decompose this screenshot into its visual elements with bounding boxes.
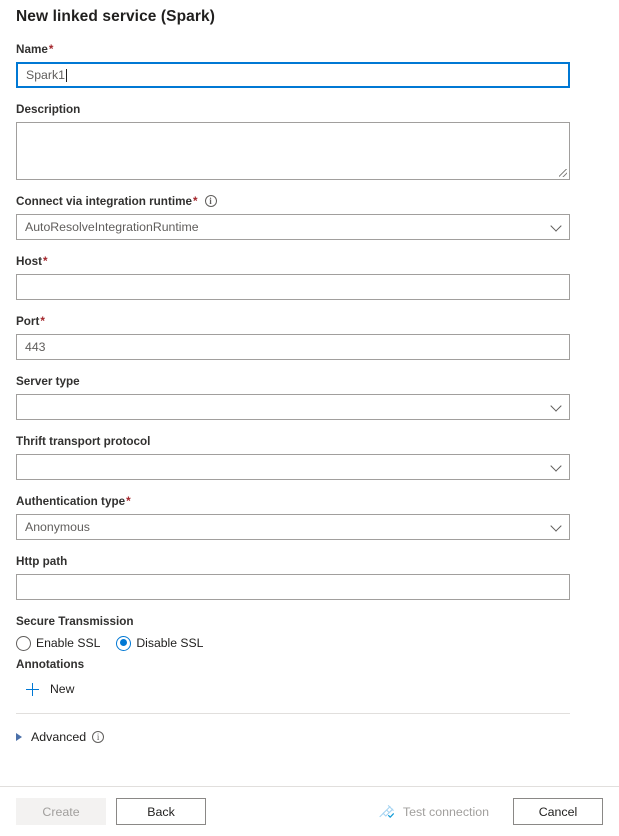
label-server-type: Server type xyxy=(16,375,80,388)
back-button[interactable]: Back xyxy=(116,798,206,825)
field-name: Name* Spark1 xyxy=(16,42,603,88)
test-connection-label: Test connection xyxy=(402,804,489,819)
chevron-right-icon xyxy=(16,733,22,741)
authentication-type-dropdown[interactable]: Anonymous xyxy=(16,514,570,540)
port-input[interactable]: 443 xyxy=(16,334,570,360)
thrift-transport-protocol-dropdown[interactable] xyxy=(16,454,570,480)
field-annotations: Annotations New xyxy=(16,655,603,700)
add-annotation-button[interactable]: New xyxy=(16,678,603,700)
info-icon[interactable] xyxy=(204,195,217,207)
radio-label: Enable SSL xyxy=(36,636,101,650)
cancel-button[interactable]: Cancel xyxy=(513,798,603,825)
plus-icon xyxy=(26,682,39,696)
name-input[interactable]: Spark1 xyxy=(16,62,570,88)
secure-transmission-radio-group: Enable SSL Disable SSL xyxy=(16,635,603,651)
server-type-dropdown[interactable] xyxy=(16,394,570,420)
new-linked-service-panel: New linked service (Spark) Name* Spark1 … xyxy=(0,0,619,836)
create-button[interactable]: Create xyxy=(16,798,106,825)
field-secure-transmission: Secure Transmission Enable SSL Disable S… xyxy=(16,612,603,651)
form-body: New linked service (Spark) Name* Spark1 … xyxy=(0,0,619,786)
field-thrift-transport-protocol: Thrift transport protocol xyxy=(16,434,603,480)
label-thrift-transport-protocol: Thrift transport protocol xyxy=(16,435,151,448)
required-marker: * xyxy=(40,315,45,328)
advanced-expander[interactable]: Advanced xyxy=(16,727,603,747)
label-port: Port* xyxy=(16,315,45,328)
field-description: Description xyxy=(16,102,603,180)
label-http-path: Http path xyxy=(16,555,68,568)
description-textarea[interactable] xyxy=(16,122,570,180)
required-marker: * xyxy=(192,195,198,208)
name-input-value: Spark1 xyxy=(26,68,65,82)
field-integration-runtime: Connect via integration runtime* AutoRes… xyxy=(16,194,603,240)
required-marker: * xyxy=(42,255,48,268)
footer-action-bar: Create Back Test connection Cancel xyxy=(0,786,619,836)
radio-enable-ssl[interactable]: Enable SSL xyxy=(16,635,100,651)
host-input[interactable] xyxy=(16,274,570,300)
label-host: Host* xyxy=(16,255,48,268)
chevron-down-icon xyxy=(550,460,562,472)
required-marker: * xyxy=(126,495,131,508)
section-divider xyxy=(16,713,570,714)
port-input-value: 443 xyxy=(25,340,46,354)
label-secure-transmission: Secure Transmission xyxy=(16,615,134,628)
radio-disable-ssl[interactable]: Disable SSL xyxy=(116,635,203,651)
http-path-input[interactable] xyxy=(16,574,570,600)
text-caret xyxy=(65,68,67,82)
field-host: Host* xyxy=(16,254,603,300)
field-authentication-type: Authentication type* Anonymous xyxy=(16,494,603,540)
required-marker: * xyxy=(48,43,54,56)
advanced-label: Advanced xyxy=(31,730,87,744)
chevron-down-icon xyxy=(550,400,562,412)
info-icon[interactable] xyxy=(92,731,105,743)
field-http-path: Http path xyxy=(16,554,603,600)
plug-icon xyxy=(378,804,395,819)
chevron-down-icon xyxy=(550,520,562,532)
radio-label: Disable SSL xyxy=(136,636,204,650)
authentication-type-value: Anonymous xyxy=(25,520,90,534)
integration-runtime-dropdown[interactable]: AutoResolveIntegrationRuntime xyxy=(16,214,570,240)
chevron-down-icon xyxy=(550,220,562,232)
radio-indicator xyxy=(16,635,31,651)
label-description: Description xyxy=(16,103,81,116)
field-server-type: Server type xyxy=(16,374,603,420)
radio-indicator-selected xyxy=(116,635,132,651)
label-integration-runtime: Connect via integration runtime* xyxy=(16,194,603,210)
label-annotations: Annotations xyxy=(16,658,85,671)
integration-runtime-value: AutoResolveIntegrationRuntime xyxy=(25,220,199,234)
page-title: New linked service (Spark) xyxy=(16,8,216,25)
add-annotation-label: New xyxy=(50,682,75,696)
label-authentication-type: Authentication type* xyxy=(16,495,131,508)
field-port: Port* 443 xyxy=(16,314,603,360)
test-connection-button[interactable]: Test connection xyxy=(378,804,489,819)
label-name: Name* xyxy=(16,43,54,56)
